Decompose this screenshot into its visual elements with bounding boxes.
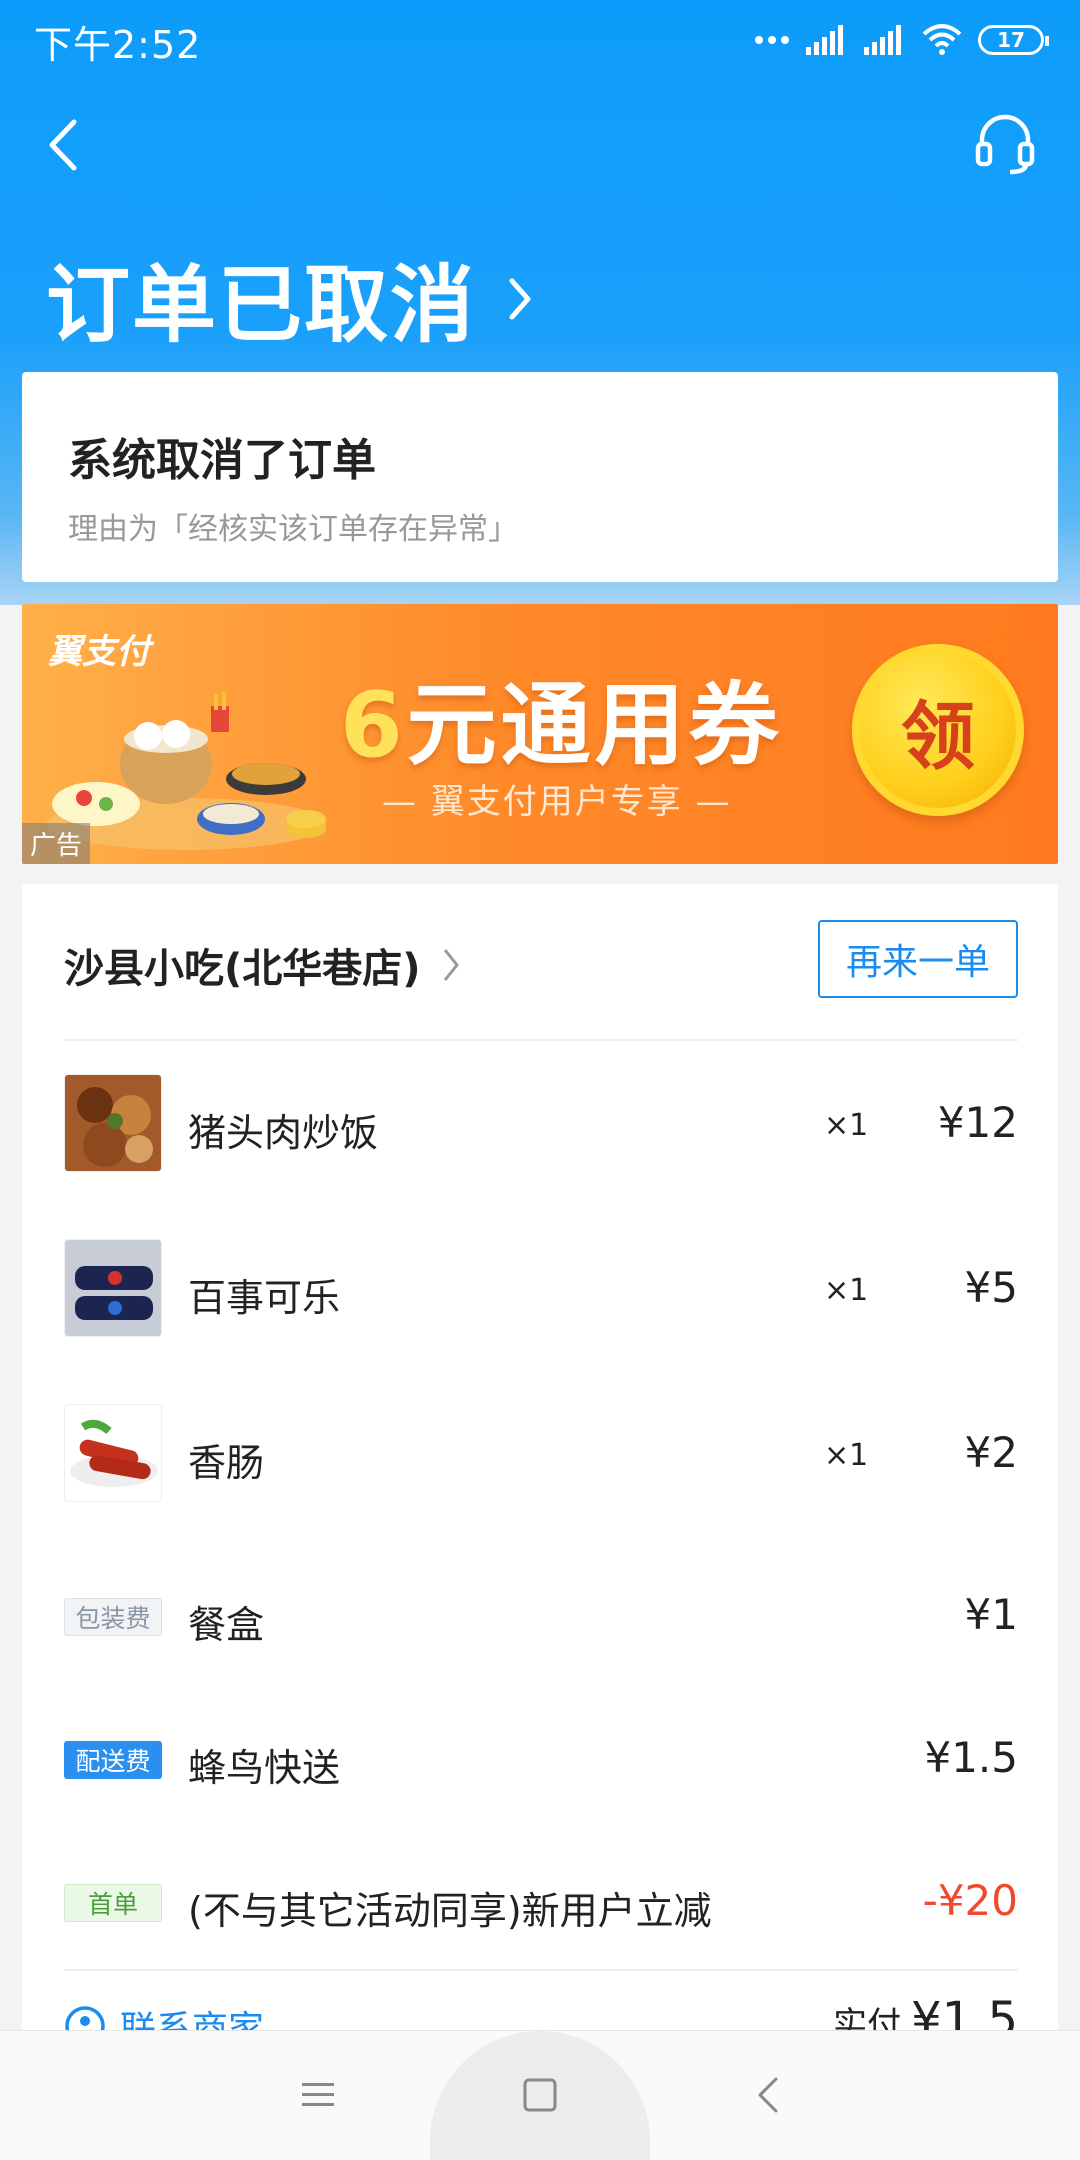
shop-name: 沙县小吃(北华巷店) — [64, 946, 421, 992]
divider — [64, 1039, 1018, 1041]
ad-headline-text: 元通用券 — [406, 673, 783, 778]
claim-coupon-button[interactable]: 领 — [852, 644, 1024, 816]
chevron-right-icon — [443, 949, 459, 981]
ad-headline: 6元通用券 — [340, 652, 783, 782]
item-qty: ×1 — [824, 1438, 869, 1473]
item-qty: ×1 — [824, 1108, 869, 1143]
ad-subline: — 翼支付用户专享 — — [382, 782, 732, 822]
order-detail-card: 沙县小吃(北华巷店) 再来一单 猪头肉炒饭 ×1 ¥12 百事可乐 ×1 ¥5 … — [22, 884, 1058, 2050]
fee-name: (不与其它活动同享)新用户立减 — [188, 1889, 712, 1933]
cancel-title: 系统取消了订单 — [68, 435, 376, 486]
fee-name: 蜂鸟快送 — [188, 1746, 341, 1790]
fee-tag: 配送费 — [64, 1741, 162, 1779]
order-status-title: 订单已取消 — [46, 256, 477, 354]
ad-banner[interactable]: 翼支付 6元通用券 — 翼支付用户专享 — 领 广告 — [22, 604, 1058, 864]
shop-link[interactable]: 沙县小吃(北华巷店) — [64, 936, 461, 994]
customer-service-button[interactable] — [970, 108, 1040, 178]
item-name: 百事可乐 — [188, 1276, 341, 1320]
item-price: ¥2 — [964, 1428, 1018, 1477]
cancel-info-card: 系统取消了订单 理由为「经核实该订单存在异常」 — [22, 372, 1058, 582]
ad-amount: 6 — [340, 673, 407, 778]
fee-row: 首单 (不与其它活动同享)新用户立减 -¥20 — [64, 1876, 1018, 1936]
battery-icon: 17 — [978, 25, 1049, 55]
shop-row: 沙县小吃(北华巷店) 再来一单 — [64, 920, 1018, 1000]
wifi-icon — [922, 24, 962, 55]
order-item: 香肠 ×1 ¥2 — [64, 1404, 1018, 1504]
reorder-button[interactable]: 再来一单 — [818, 920, 1018, 998]
order-item: 猪头肉炒饭 ×1 ¥12 — [64, 1074, 1018, 1174]
status-icons: 17 — [754, 18, 1049, 62]
cancel-reason: 理由为「经核实该订单存在异常」 — [68, 512, 518, 547]
more-dots-icon — [755, 36, 789, 44]
order-status-link[interactable]: 订单已取消 — [46, 238, 534, 359]
ad-label: 广告 — [22, 823, 91, 864]
menu-icon[interactable] — [300, 2075, 336, 2115]
item-image — [64, 1239, 162, 1337]
fee-tag: 包装费 — [64, 1598, 162, 1636]
item-image — [64, 1074, 162, 1172]
system-nav-bar — [0, 2030, 1080, 2160]
item-image — [64, 1404, 162, 1502]
signal-icon — [806, 25, 843, 55]
item-qty: ×1 — [824, 1273, 869, 1308]
fee-row: 包装费 餐盒 ¥1 — [64, 1590, 1018, 1650]
item-name: 香肠 — [188, 1441, 265, 1485]
home-square-icon[interactable] — [522, 2075, 558, 2115]
status-bar: 下午2:52 17 — [0, 0, 1080, 80]
back-triangle-icon[interactable] — [754, 2075, 784, 2115]
order-item: 百事可乐 ×1 ¥5 — [64, 1239, 1018, 1339]
signal-icon-2 — [864, 25, 901, 55]
discount-price: -¥20 — [922, 1876, 1018, 1925]
item-name: 猪头肉炒饭 — [188, 1111, 379, 1155]
chevron-right-icon — [509, 278, 531, 319]
fee-row: 配送费 蜂鸟快送 ¥1.5 — [64, 1733, 1018, 1793]
item-price: ¥5 — [964, 1263, 1018, 1312]
fee-tag: 首单 — [64, 1884, 162, 1922]
status-time: 下午2:52 — [34, 23, 202, 67]
fee-price: ¥1 — [964, 1590, 1018, 1639]
item-price: ¥12 — [937, 1098, 1018, 1147]
divider — [64, 1969, 1018, 1971]
back-button[interactable] — [40, 110, 90, 180]
fee-price: ¥1.5 — [924, 1733, 1018, 1782]
fee-name: 餐盒 — [188, 1603, 265, 1647]
